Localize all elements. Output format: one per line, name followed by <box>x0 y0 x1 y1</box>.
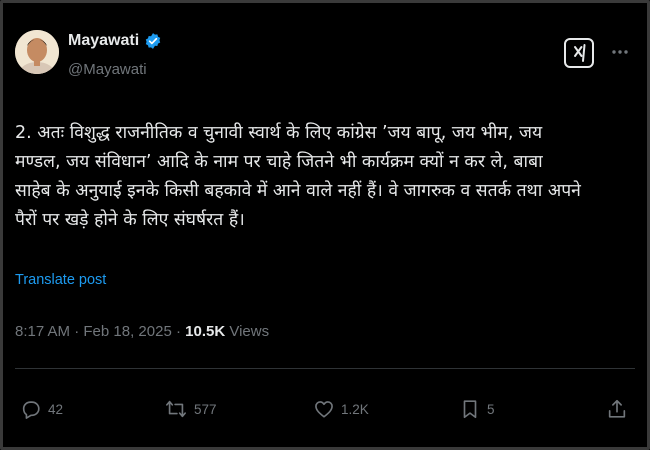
repost-button[interactable]: 577 <box>164 398 217 420</box>
divider <box>15 368 635 369</box>
like-icon <box>315 401 333 418</box>
verified-badge-icon <box>145 33 161 49</box>
bookmark-count: 5 <box>487 401 495 417</box>
tweet-time[interactable]: 8:17 AM <box>15 323 70 340</box>
like-count: 1.2K <box>341 401 369 417</box>
author-name[interactable]: Mayawati <box>68 32 139 50</box>
bookmark-icon <box>463 400 477 419</box>
reply-button[interactable]: 42 <box>20 398 63 420</box>
grok-icon[interactable] <box>564 38 594 68</box>
reply-count: 42 <box>48 401 64 417</box>
more-dots <box>612 50 628 54</box>
views-label: Views <box>225 323 270 340</box>
translate-post-link[interactable]: Translate post <box>15 272 106 288</box>
author-handle[interactable]: @Mayawati <box>68 61 147 78</box>
avatar-portrait <box>15 30 59 74</box>
bookmark-button[interactable]: 5 <box>459 398 495 420</box>
share-button[interactable] <box>606 398 628 420</box>
action-bar: 42 577 1.2K 5 <box>0 398 650 428</box>
tweet-text: 2. अतः विशुद्ध राजनीतिक व चुनावी स्वार्थ… <box>15 123 581 230</box>
meta-separator: · <box>171 323 186 340</box>
tweet-date[interactable]: Feb 18, 2025 <box>83 323 171 340</box>
grok-glyph <box>574 44 586 62</box>
more-options-icon[interactable] <box>610 42 630 62</box>
author-name-row: Mayawati <box>68 32 162 50</box>
reply-icon <box>22 401 40 419</box>
repost-icon <box>166 400 186 418</box>
repost-count: 577 <box>194 401 217 417</box>
tweet-meta: 8:17 AM · Feb 18, 2025 · 10.5K Views <box>15 323 269 340</box>
views-count: 10.5K <box>185 323 226 340</box>
share-icon <box>608 399 626 418</box>
avatar[interactable] <box>15 30 59 74</box>
like-button[interactable]: 1.2K <box>313 398 369 420</box>
meta-separator: · <box>70 323 84 340</box>
